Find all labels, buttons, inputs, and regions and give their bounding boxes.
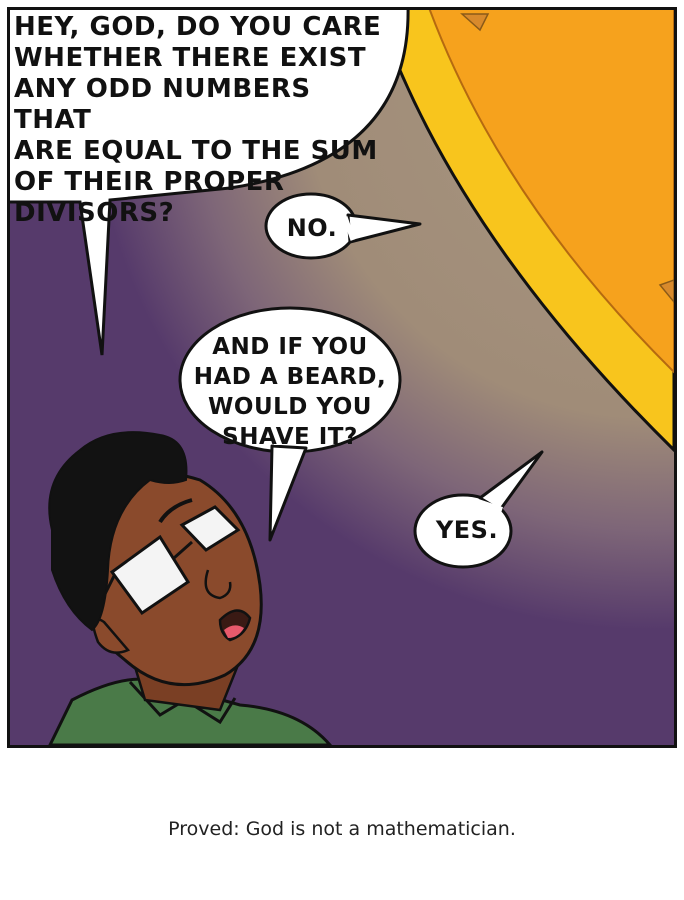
speech-text-3: AND IF YOU HAD A BEARD, WOULD YOU SHAVE …: [193, 334, 387, 450]
comic-panel: HEY, GOD, DO YOU CARE WHETHER THERE EXIS…: [7, 7, 677, 748]
speech-text-1: HEY, GOD, DO YOU CARE WHETHER THERE EXIS…: [14, 12, 382, 228]
comic-caption: Proved: God is not a mathematician.: [168, 818, 516, 840]
speech-text-4: YES.: [435, 516, 499, 544]
speech-text-2: NO.: [286, 214, 338, 242]
